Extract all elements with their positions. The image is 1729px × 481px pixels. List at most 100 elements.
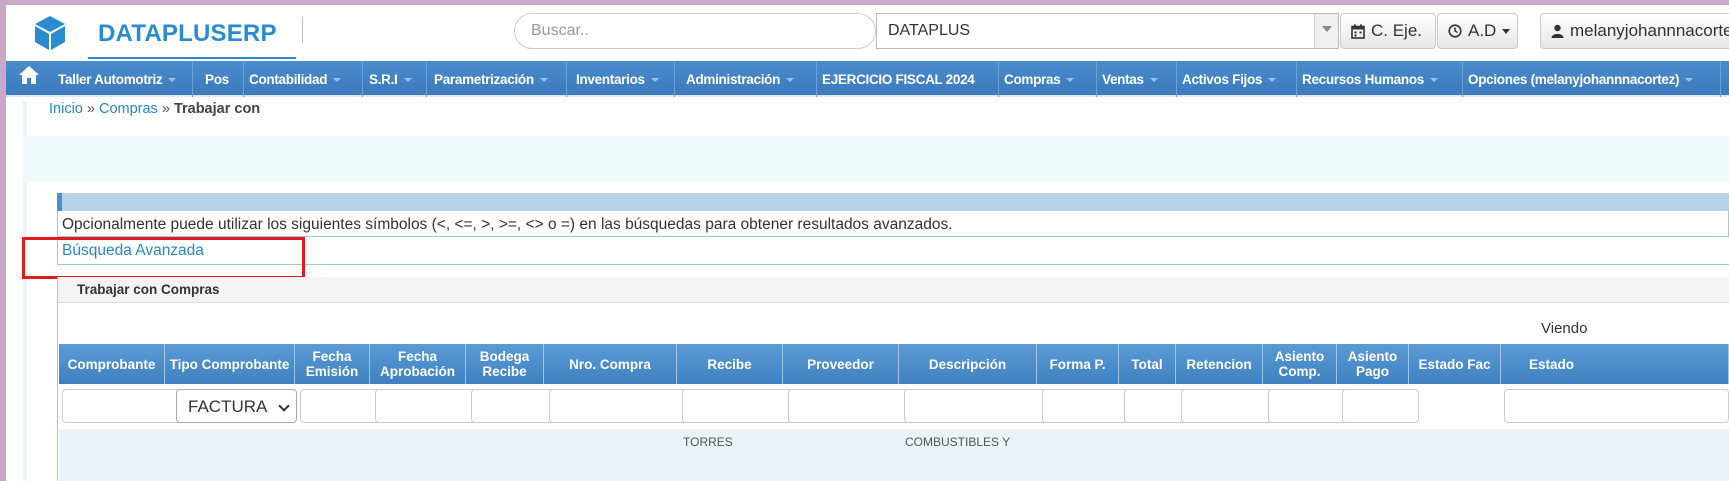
nav-recursos-humanos[interactable]: Recursos Humanos [1302,72,1438,87]
ejercicio-button[interactable]: C. Eje. [1340,13,1436,49]
brand-name[interactable]: DATAPLUSERP [98,20,277,48]
table-row[interactable]: TORRES COMBUSTIBLES Y [59,429,1729,481]
grid-viewing-text: Viendo [1541,320,1588,337]
caret-down-icon [403,77,412,82]
breadcrumb-separator: » [157,101,174,117]
caret-down-icon [786,77,795,82]
nav-ejercicio-fiscal-2024[interactable]: EJERCICIO FISCAL 2024 [822,72,975,87]
nav-label: Pos [205,72,229,87]
col-descripcion[interactable]: Descripción [899,344,1037,384]
nav-ventas[interactable]: Ventas [1102,72,1158,87]
nav-inventarios[interactable]: Inventarios [576,72,659,87]
filter-fecha-emision[interactable] [300,389,384,423]
col-proveedor[interactable]: Proveedor [783,344,899,384]
nav-separator [362,61,363,97]
col-estado-fac[interactable]: Estado Fac [1409,344,1501,384]
nav-label: Compras [1004,72,1061,87]
nav-separator [1720,61,1721,97]
nav-compras[interactable]: Compras [1004,72,1075,87]
grid-filter-row: FACTURA [59,384,1729,429]
breadcrumb-home[interactable]: Inicio [49,101,83,117]
caret-down-icon [650,77,659,82]
filter-forma-pago[interactable] [1042,389,1133,423]
page: DATAPLUSERP DATAPLUS C. Eje. [6,5,1729,481]
nav-separator [192,61,193,97]
filter-fecha-aprobacion[interactable] [375,389,480,423]
col-nro-compra[interactable]: Nro. Compra [544,344,677,384]
breadcrumb-compras[interactable]: Compras [99,101,158,117]
col-fecha-emision[interactable]: Fecha Emisión [295,344,370,384]
cube-logo-icon[interactable] [32,14,68,52]
filter-nro-compra[interactable] [549,389,691,423]
caret-down-icon [1268,77,1277,82]
col-recibe[interactable]: Recibe [677,344,783,384]
filter-retencion[interactable] [1181,389,1277,423]
nav-label: Opciones (melanyjohannnacortez) [1468,72,1680,87]
info-panel [23,136,1729,182]
company-select[interactable]: DATAPLUS [876,13,1339,49]
nav-label: Activos Fijos [1182,72,1263,87]
nav-label: Inventarios [576,72,645,87]
grid-title: Trabajar con Compras [77,282,220,297]
filter-asiento-pago[interactable] [1342,389,1419,423]
filter-asiento-comp[interactable] [1268,389,1351,423]
nav-label: Taller Automotriz [58,72,163,87]
chevron-down-icon [278,400,290,412]
user-menu-button[interactable]: melanyjohannnacortez [1540,13,1729,49]
caret-down-icon [539,77,548,82]
top-header: DATAPLUSERP DATAPLUS C. Eje. [6,5,1729,61]
nav-administracion[interactable]: Administración [686,72,795,87]
search-input[interactable] [514,13,876,49]
home-icon[interactable] [18,65,40,85]
nav-separator [1296,61,1297,97]
ejercicio-button-label: C. Eje. [1371,21,1423,40]
main-nav: Taller Automotriz Pos Contabilidad S.R.I… [6,61,1729,97]
col-total[interactable]: Total [1119,344,1176,384]
nav-separator [1462,61,1463,97]
nav-parametrizacion[interactable]: Parametrización [434,72,548,87]
nav-separator [566,61,567,97]
nav-activos-fijos[interactable]: Activos Fijos [1182,72,1277,87]
chevron-down-icon[interactable] [1314,14,1338,48]
nav-separator [1096,61,1097,97]
nav-label: S.R.I [369,72,398,87]
col-asiento-pago[interactable]: Asiento Pago [1337,344,1409,384]
nav-label: Ventas [1102,72,1144,87]
nav-separator [1176,61,1177,97]
col-bodega-recibe[interactable]: Bodega Recibe [466,344,544,384]
filter-comprobante[interactable] [62,389,182,423]
filter-recibe[interactable] [682,389,797,423]
nav-separator [998,61,999,97]
ad-button[interactable]: A.D [1437,13,1518,49]
ad-button-label: A.D [1468,21,1497,40]
filter-tipo-comprobante[interactable]: FACTURA [176,389,297,423]
brand-separator [302,17,303,43]
filter-descripcion[interactable] [904,389,1051,423]
brand-underline [88,57,296,59]
caret-down-icon [333,77,342,82]
nav-contabilidad[interactable]: Contabilidad [249,72,342,87]
user-icon [1551,24,1564,38]
col-tipo-comprobante[interactable]: Tipo Comprobante [165,344,295,384]
col-fecha-aprobacion[interactable]: Fecha Aprobación [370,344,466,384]
user-menu-label: melanyjohannnacortez [1570,21,1729,40]
nav-taller-automotriz[interactable]: Taller Automotriz [58,72,177,87]
nav-pos[interactable]: Pos [205,72,229,87]
caret-down-icon [1430,77,1438,82]
filter-bodega-recibe[interactable] [471,389,558,423]
filter-estado[interactable] [1504,389,1729,423]
col-forma-pago[interactable]: Forma P. [1037,344,1119,384]
nav-separator [816,61,817,97]
nav-separator [243,61,244,97]
nav-label: Contabilidad [249,72,328,87]
col-estado[interactable]: Estado [1501,344,1729,384]
col-retencion[interactable]: Retencion [1176,344,1263,384]
col-comprobante[interactable]: Comprobante [59,344,165,384]
search-hint-text: Opcionalmente puede utilizar los siguien… [57,211,1729,237]
nav-sri[interactable]: S.R.I [369,72,412,87]
filter-proveedor[interactable] [788,389,913,423]
nav-label: Recursos Humanos [1302,72,1424,87]
col-asiento-comp[interactable]: Asiento Comp. [1263,344,1337,384]
nav-opciones[interactable]: Opciones (melanyjohannnacortez) [1468,72,1694,87]
clock-icon [1448,24,1462,38]
